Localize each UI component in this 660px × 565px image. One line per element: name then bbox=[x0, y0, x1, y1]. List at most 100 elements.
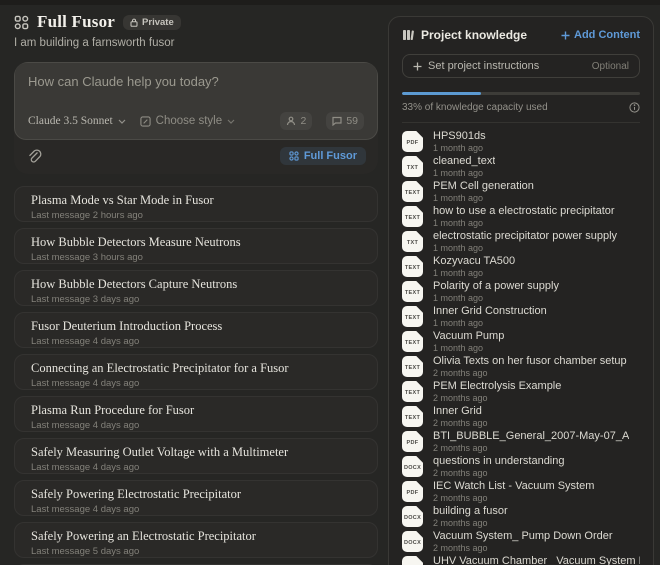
knowledge-file-row[interactable]: DOCX UHV Vacuum Chamber_ Vacuum System P… bbox=[402, 554, 640, 565]
conversation-card[interactable]: Plasma Run Procedure for Fusor Last mess… bbox=[14, 396, 378, 432]
capacity-progressbar bbox=[402, 92, 640, 95]
lock-icon bbox=[130, 18, 138, 27]
file-age: 1 month ago bbox=[433, 268, 515, 278]
conversation-title: Connecting an Electrostatic Precipitator… bbox=[31, 361, 361, 376]
conversation-card[interactable]: Safely Powering Electrostatic Precipitat… bbox=[14, 480, 378, 516]
file-name: Vacuum System_ Pump Down Order bbox=[433, 530, 613, 542]
file-name: Inner Grid bbox=[433, 405, 488, 417]
knowledge-file-row[interactable]: PDF HPS901ds 1 month ago bbox=[402, 129, 640, 154]
knowledge-file-row[interactable]: PDF IEC Watch List - Vacuum System 2 mon… bbox=[402, 479, 640, 504]
person-icon bbox=[286, 116, 296, 126]
style-selector[interactable]: Choose style bbox=[140, 115, 235, 127]
conversation-card[interactable]: How Bubble Detectors Capture Neutrons La… bbox=[14, 270, 378, 306]
knowledge-file-row[interactable]: TEXT Inner Grid Construction 1 month ago bbox=[402, 304, 640, 329]
file-name: IEC Watch List - Vacuum System bbox=[433, 480, 594, 492]
file-type-icon: TEXT bbox=[402, 356, 423, 377]
conversation-title: Safely Powering Electrostatic Precipitat… bbox=[31, 487, 361, 502]
collaborator-count: 2 bbox=[300, 115, 306, 127]
file-age: 1 month ago bbox=[433, 193, 534, 203]
file-name: cleaned_text bbox=[433, 155, 495, 167]
file-type-icon: DOCX bbox=[402, 456, 423, 477]
page-title: Full Fusor bbox=[37, 12, 115, 32]
file-type-icon: PDF bbox=[402, 481, 423, 502]
knowledge-file-row[interactable]: PDF BTI_BUBBLE_General_2007-May-07_A 2 m… bbox=[402, 429, 640, 454]
knowledge-file-row[interactable]: TEXT PEM Cell generation 1 month ago bbox=[402, 179, 640, 204]
file-age: 1 month ago bbox=[433, 318, 547, 328]
info-icon[interactable] bbox=[629, 102, 640, 113]
knowledge-file-row[interactable]: DOCX building a fusor 2 months ago bbox=[402, 504, 640, 529]
plus-icon bbox=[413, 62, 422, 71]
conversation-card[interactable]: How Bubble Detectors Measure Neutrons La… bbox=[14, 228, 378, 264]
conversation-card[interactable]: Fusor Deuterium Introduction Process Las… bbox=[14, 312, 378, 348]
knowledge-file-row[interactable]: TEXT PEM Electrolysis Example 2 months a… bbox=[402, 379, 640, 404]
conversation-card[interactable]: Safely Measuring Outlet Voltage with a M… bbox=[14, 438, 378, 474]
window-top-edge bbox=[0, 0, 660, 5]
file-type-icon: TEXT bbox=[402, 381, 423, 402]
file-name: BTI_BUBBLE_General_2007-May-07_A bbox=[433, 430, 629, 442]
file-type-icon: TEXT bbox=[402, 281, 423, 302]
knowledge-file-row[interactable]: TEXT how to use a electrostatic precipit… bbox=[402, 204, 640, 229]
capacity-fill bbox=[402, 92, 481, 95]
knowledge-icon bbox=[402, 29, 414, 41]
conversation-meta: Last message 3 days ago bbox=[31, 294, 361, 305]
file-age: 1 month ago bbox=[433, 343, 504, 353]
file-name: building a fusor bbox=[433, 505, 508, 517]
knowledge-file-row[interactable]: TEXT Vacuum Pump 1 month ago bbox=[402, 329, 640, 354]
conversation-meta: Last message 4 days ago bbox=[31, 420, 361, 431]
main-column: Full Fusor Private I am building a farns… bbox=[14, 12, 378, 565]
knowledge-file-row[interactable]: TEXT Inner Grid 2 months ago bbox=[402, 404, 640, 429]
file-age: 2 months ago bbox=[433, 493, 594, 503]
set-instructions-button[interactable]: Set project instructions Optional bbox=[402, 54, 640, 78]
knowledge-file-row[interactable]: TXT cleaned_text 1 month ago bbox=[402, 154, 640, 179]
file-name: Vacuum Pump bbox=[433, 330, 504, 342]
conversation-card[interactable]: Plasma Mode vs Star Mode in Fusor Last m… bbox=[14, 186, 378, 222]
file-type-icon: PDF bbox=[402, 131, 423, 152]
knowledge-file-row[interactable]: TEXT Kozyvacu TA500 1 month ago bbox=[402, 254, 640, 279]
collaborator-count-badge[interactable]: 2 bbox=[280, 112, 312, 130]
paperclip-icon[interactable] bbox=[26, 148, 42, 164]
project-icon bbox=[14, 15, 29, 30]
knowledge-file-row[interactable]: TXT electrostatic precipitator power sup… bbox=[402, 229, 640, 254]
conversation-card[interactable]: Safely Powering an Electrostatic Precipi… bbox=[14, 522, 378, 558]
privacy-badge[interactable]: Private bbox=[123, 15, 181, 30]
model-selector-label: Claude 3.5 Sonnet bbox=[28, 115, 113, 127]
pen-icon bbox=[140, 116, 151, 127]
file-type-icon: TEXT bbox=[402, 331, 423, 352]
file-age: 2 months ago bbox=[433, 418, 488, 428]
file-type-icon: TXT bbox=[402, 156, 423, 177]
file-name: Inner Grid Construction bbox=[433, 305, 547, 317]
knowledge-file-row[interactable]: TEXT Olivia Texts on her fusor chamber s… bbox=[402, 354, 640, 379]
chevron-down-icon bbox=[227, 119, 235, 124]
chevron-down-icon bbox=[118, 119, 126, 124]
model-selector[interactable]: Claude 3.5 Sonnet bbox=[28, 115, 126, 127]
knowledge-file-row[interactable]: TEXT Polarity of a power supply 1 month … bbox=[402, 279, 640, 304]
chat-bubble-icon bbox=[332, 116, 342, 126]
conversation-title: Plasma Mode vs Star Mode in Fusor bbox=[31, 193, 361, 208]
composer: How can Claude help you today? Claude 3.… bbox=[14, 62, 378, 174]
file-type-icon: TEXT bbox=[402, 406, 423, 427]
add-content-button[interactable]: Add Content bbox=[561, 29, 640, 41]
conversation-card[interactable]: Connecting an Electrostatic Precipitator… bbox=[14, 354, 378, 390]
knowledge-file-row[interactable]: DOCX questions in understanding 2 months… bbox=[402, 454, 640, 479]
file-age: 1 month ago bbox=[433, 143, 486, 153]
project-header: Full Fusor Private bbox=[14, 12, 378, 32]
composer-input-area[interactable]: How can Claude help you today? Claude 3.… bbox=[14, 62, 378, 140]
file-name: how to use a electrostatic precipitator bbox=[433, 205, 615, 217]
set-instructions-label: Set project instructions bbox=[428, 60, 539, 72]
project-chip[interactable]: Full Fusor bbox=[280, 147, 366, 165]
conversation-title: Fusor Deuterium Introduction Process bbox=[31, 319, 361, 334]
knowledge-file-row[interactable]: DOCX Vacuum System_ Pump Down Order 2 mo… bbox=[402, 529, 640, 554]
optional-tag: Optional bbox=[592, 61, 629, 72]
knowledge-header: Project knowledge Add Content bbox=[402, 28, 640, 42]
capacity-text: 33% of knowledge capacity used bbox=[402, 102, 548, 113]
chat-count-badge[interactable]: 59 bbox=[326, 112, 364, 130]
file-name: questions in understanding bbox=[433, 455, 564, 467]
file-age: 2 months ago bbox=[433, 543, 613, 553]
conversation-title: Safely Powering an Electrostatic Precipi… bbox=[31, 529, 361, 544]
composer-input[interactable]: How can Claude help you today? bbox=[28, 74, 364, 94]
file-age: 2 months ago bbox=[433, 443, 629, 453]
conversation-title: How Bubble Detectors Capture Neutrons bbox=[31, 277, 361, 292]
conversation-title: Plasma Run Procedure for Fusor bbox=[31, 403, 361, 418]
file-age: 2 months ago bbox=[433, 468, 564, 478]
file-type-icon: TEXT bbox=[402, 206, 423, 227]
